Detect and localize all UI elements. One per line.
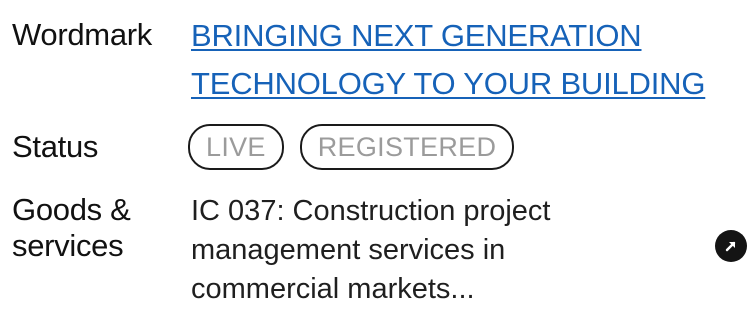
wordmark-link[interactable]: BRINGING NEXT GENERATION TECHNOLOGY TO Y… [191, 18, 705, 101]
status-badge-registered: REGISTERED [299, 124, 515, 170]
open-details-button[interactable] [715, 230, 747, 262]
status-label: Status [12, 129, 99, 164]
status-badges: LIVE REGISTERED [188, 124, 515, 170]
arrow-up-right-icon [723, 238, 739, 254]
goods-services-value: IC 037: Construction project management … [191, 195, 551, 305]
goods-services-label-line1: Goods & [12, 192, 131, 227]
wordmark-label: Wordmark [12, 17, 152, 52]
goods-services-label: Goods & services [12, 192, 131, 264]
status-badge-live: LIVE [188, 124, 284, 170]
goods-services-label-line2: services [12, 228, 124, 263]
wordmark-value: BRINGING NEXT GENERATION TECHNOLOGY TO Y… [191, 12, 731, 108]
